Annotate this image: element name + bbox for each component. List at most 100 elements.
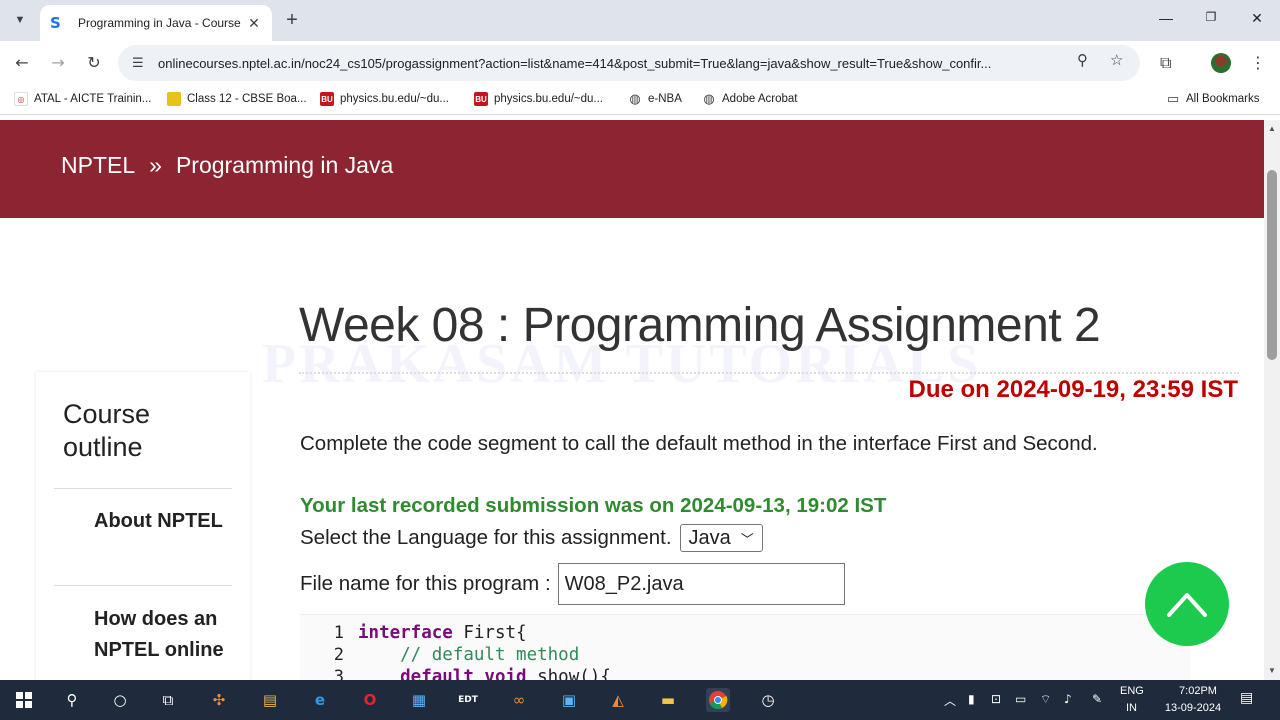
globe-icon: ◍: [629, 91, 641, 106]
bookmark-atal[interactable]: ◎ ATAL - AICTE Trainin...: [14, 92, 151, 106]
tab-close-icon[interactable]: ✕: [246, 15, 262, 32]
zoom-magnifier-icon[interactable]: ⚲: [1077, 51, 1088, 69]
task-view-icon[interactable]: ⧉: [156, 688, 180, 712]
site-info-icon[interactable]: ☰: [132, 56, 148, 71]
scroll-down-arrow-icon[interactable]: ▼: [1264, 666, 1280, 675]
search-icon[interactable]: ⚲: [60, 688, 84, 712]
chevron-down-icon: ﹀: [740, 531, 754, 547]
screen-recorder-icon[interactable]: ◷: [756, 688, 780, 712]
profile-avatar[interactable]: [1211, 53, 1231, 73]
all-bookmarks[interactable]: ▭ All Bookmarks: [1166, 91, 1260, 106]
microphone-icon[interactable]: ▮: [968, 692, 975, 706]
extensions-puzzle-icon[interactable]: ⧉: [1160, 53, 1171, 73]
page-viewport: NPTEL» Programming in Java PRAKASAM TUTOR…: [0, 120, 1264, 680]
bookmark-cbse[interactable]: Class 12 - CBSE Boa...: [167, 92, 307, 106]
code-editor[interactable]: 1 2 3 interface First{ // default method…: [300, 614, 1190, 680]
restore-icon[interactable]: ❐: [1201, 10, 1221, 24]
globe-icon: ◍: [703, 91, 715, 106]
window-close-icon[interactable]: ✕: [1247, 10, 1267, 27]
sidebar-divider: [54, 488, 232, 489]
scrollbar-thumb[interactable]: [1267, 170, 1277, 360]
bookmark-physics-bu-1[interactable]: BU physics.bu.edu/~du...: [320, 92, 449, 106]
infinity-app-icon[interactable]: ∞: [507, 688, 531, 712]
assignment-description: Complete the code segment to call the de…: [300, 432, 1098, 455]
breadcrumb-nptel-link[interactable]: NPTEL: [61, 152, 135, 178]
tray-app-icon[interactable]: ⊡: [991, 692, 1001, 706]
scroll-up-arrow-icon[interactable]: ▲: [1264, 124, 1280, 133]
bookmark-label: ATAL - AICTE Trainin...: [34, 93, 152, 105]
bookmark-star-icon[interactable]: ☆: [1110, 51, 1123, 69]
tab-title: Programming in Java - Course: [78, 16, 241, 30]
matlab-icon[interactable]: ◭: [606, 688, 630, 712]
bookmark-physics-bu-2[interactable]: BU physics.bu.edu/~du...: [474, 92, 603, 106]
tray-chevron-up-icon[interactable]: ︿: [944, 692, 956, 709]
notification-icon[interactable]: ▤: [1240, 690, 1253, 706]
microsoft-store-icon[interactable]: ▦: [407, 688, 431, 712]
breadcrumb-course[interactable]: Programming in Java: [176, 152, 393, 178]
line-number-gutter: 1 2 3: [300, 615, 350, 680]
new-tab-plus-icon[interactable]: +: [282, 9, 302, 32]
tab-search-chevron-icon[interactable]: ▼: [8, 8, 32, 32]
breadcrumb: NPTEL » Programming in Java: [61, 152, 393, 179]
reload-icon[interactable]: ↻: [84, 53, 104, 73]
page-scrollbar[interactable]: ▲ ▼: [1264, 120, 1280, 680]
input-region[interactable]: IN: [1126, 702, 1137, 714]
volume-icon[interactable]: ♪: [1064, 692, 1072, 706]
wifi-icon[interactable]: ⌔: [1040, 692, 1051, 707]
minimize-icon[interactable]: —: [1156, 10, 1176, 26]
code-line[interactable]: default void show(){: [358, 667, 611, 680]
due-date: Due on 2024-09-19, 23:59 IST: [908, 376, 1238, 403]
filename-input[interactable]: [557, 563, 845, 605]
browser-tab-strip: ▼ S Programming in Java - Course ✕ + — ❐…: [0, 0, 1280, 41]
sidebar-item-how-does-nptel[interactable]: How does an NPTEL online: [94, 604, 234, 666]
scroll-to-top-button[interactable]: [1145, 562, 1229, 646]
bookmark-label: e-NBA: [648, 93, 682, 105]
windows-start-icon[interactable]: [12, 688, 36, 712]
edge-browser-icon[interactable]: e: [308, 688, 332, 712]
bookmark-label: Adobe Acrobat: [722, 93, 798, 105]
code-text: First{: [452, 623, 527, 643]
browser-toolbar: ← → ↻ ☰ onlinecourses.nptel.ac.in/noc24_…: [0, 41, 1280, 85]
title-divider: [299, 372, 1239, 374]
filename-label: File name for this program :: [300, 572, 551, 595]
input-language[interactable]: ENG: [1120, 685, 1144, 697]
text-editor-icon[interactable]: ▣: [557, 688, 581, 712]
bookmark-label: Class 12 - CBSE Boa...: [187, 93, 307, 105]
back-arrow-icon[interactable]: ←: [12, 53, 32, 73]
edt-app-icon[interactable]: EDT: [456, 688, 480, 712]
code-line[interactable]: interface First{: [358, 623, 527, 643]
opera-browser-icon[interactable]: O: [358, 688, 382, 712]
line-number: 3: [333, 667, 344, 680]
cortana-circle-icon[interactable]: ○: [108, 688, 132, 712]
bookmark-label: physics.bu.edu/~du...: [340, 93, 450, 105]
favicon-icon: S: [50, 14, 61, 32]
url-text[interactable]: onlinecourses.nptel.ac.in/noc24_cs105/pr…: [158, 56, 1058, 71]
bookmark-enba[interactable]: ◍ e-NBA: [628, 91, 682, 106]
breadcrumb-separator: »: [149, 152, 162, 178]
browser-menu-kebab-icon[interactable]: ⋮: [1250, 53, 1266, 72]
pen-icon[interactable]: ✎: [1092, 692, 1102, 706]
language-select[interactable]: Java ﹀: [679, 524, 763, 552]
battery-icon[interactable]: ▭: [1015, 692, 1026, 706]
edt-label: EDT: [458, 695, 478, 705]
language-selected-value: Java: [688, 526, 731, 549]
language-row: Select the Language for this assignment.…: [300, 524, 763, 552]
forward-arrow-icon[interactable]: →: [48, 53, 68, 73]
active-tab[interactable]: S Programming in Java - Course ✕: [40, 5, 272, 41]
file-document-icon[interactable]: ▤: [258, 688, 282, 712]
clock-date[interactable]: 13-09-2024: [1156, 702, 1230, 714]
bookmark-adobe-acrobat[interactable]: ◍ Adobe Acrobat: [702, 91, 798, 106]
code-line[interactable]: // default method: [358, 645, 579, 665]
address-bar[interactable]: ☰ onlinecourses.nptel.ac.in/noc24_cs105/…: [118, 45, 1140, 81]
clock-time[interactable]: 7:02PM: [1166, 685, 1230, 697]
bu-icon: BU: [320, 92, 334, 106]
chrome-browser-icon[interactable]: [706, 688, 730, 712]
file-explorer-folder-icon[interactable]: ▬: [656, 688, 680, 712]
sidebar-item-about-nptel[interactable]: About NPTEL: [94, 506, 234, 537]
app-orange-icon[interactable]: ✣: [207, 688, 231, 712]
page-title: Week 08 : Programming Assignment 2: [299, 299, 1101, 352]
line-number: 2: [333, 645, 344, 665]
course-outline-heading: Course outline: [63, 399, 151, 462]
atal-icon: ◎: [14, 92, 28, 106]
line-number: 1: [333, 623, 344, 643]
